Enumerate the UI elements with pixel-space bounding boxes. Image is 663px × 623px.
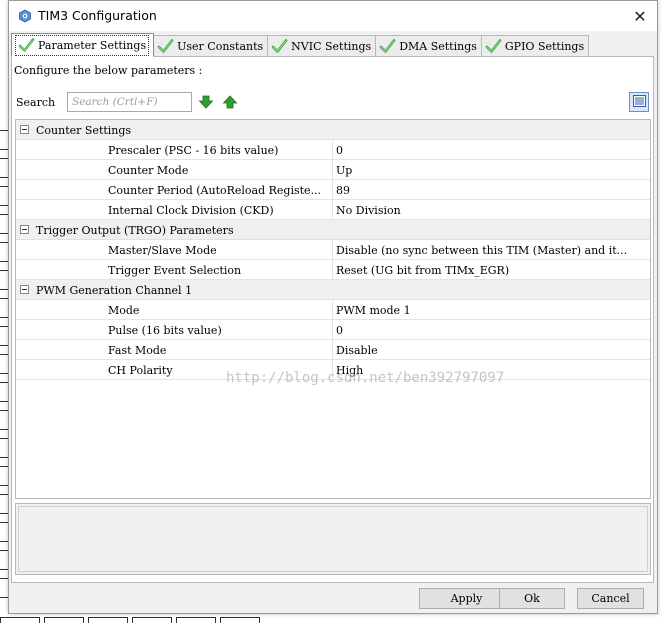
table-row[interactable]: Mode PWM mode 1 <box>16 300 650 320</box>
title-bar[interactable]: TIM3 Configuration ✕ <box>9 1 657 31</box>
tab-dma-settings[interactable]: DMA Settings <box>375 35 482 57</box>
green-down-arrow-icon[interactable] <box>198 95 214 109</box>
green-check-icon <box>157 38 174 55</box>
background-block <box>132 617 172 623</box>
table-row[interactable]: Prescaler (PSC - 16 bits value) 0 <box>16 140 650 160</box>
tab-label: NVIC Settings <box>291 40 372 53</box>
parameter-value[interactable]: 0 <box>332 320 650 339</box>
parameter-name: Pulse (16 bits value) <box>108 324 222 337</box>
parameter-name: Internal Clock Division (CKD) <box>108 204 274 217</box>
background-block <box>176 617 216 623</box>
table-row[interactable]: Trigger Event Selection Reset (UG bit fr… <box>16 260 650 280</box>
parameter-name: Counter Mode <box>108 164 189 177</box>
tab-gpio-settings[interactable]: GPIO Settings <box>480 35 590 57</box>
parameter-value[interactable]: Disable <box>332 340 650 359</box>
background-block <box>44 617 84 623</box>
parameter-name: Master/Slave Mode <box>108 244 217 257</box>
parameter-value[interactable]: PWM mode 1 <box>332 300 650 319</box>
parameter-name: Counter Period (AutoReload Registe... <box>108 184 322 197</box>
table-row[interactable]: Fast Mode Disable <box>16 340 650 360</box>
parameter-name: CH Polarity <box>108 364 173 377</box>
parameter-name: Trigger Event Selection <box>108 264 242 277</box>
search-label: Search <box>16 96 56 109</box>
table-row[interactable]: Pulse (16 bits value) 0 <box>16 320 650 340</box>
list-view-icon <box>632 94 646 110</box>
table-row[interactable]: Master/Slave Mode Disable (no sync betwe… <box>16 240 650 260</box>
ok-button[interactable]: Ok <box>499 588 565 609</box>
parameter-settings-panel: Configure the below parameters : Search <box>11 56 654 583</box>
background-block <box>88 617 128 623</box>
close-icon: ✕ <box>633 6 647 26</box>
parameter-table: Counter Settings Prescaler (PSC - 16 bit… <box>15 119 651 499</box>
parameter-value[interactable]: Reset (UG bit from TIMx_EGR) <box>332 260 650 279</box>
description-box <box>18 506 648 572</box>
parameter-name: Fast Mode <box>108 344 167 357</box>
tab-label: User Constants <box>177 40 264 53</box>
group-pwm-generation-channel-1[interactable]: PWM Generation Channel 1 <box>16 280 650 300</box>
list-view-toggle-button[interactable] <box>629 92 649 112</box>
cube-settings-icon <box>18 9 32 23</box>
tab-focus-outline: Parameter Settings <box>15 34 150 56</box>
parameter-value[interactable]: 0 <box>332 140 650 159</box>
collapse-toggle-icon[interactable] <box>20 225 29 234</box>
tab-label: DMA Settings <box>399 40 477 53</box>
parameter-name: Mode <box>108 304 140 317</box>
cancel-button[interactable]: Cancel <box>577 588 644 609</box>
green-check-icon <box>485 38 502 55</box>
group-trigger-output-parameters[interactable]: Trigger Output (TRGO) Parameters <box>16 220 650 240</box>
green-check-icon <box>271 38 288 55</box>
group-label: PWM Generation Channel 1 <box>36 284 193 297</box>
tab-label: GPIO Settings <box>504 40 585 53</box>
parameter-value[interactable]: No Division <box>332 200 650 219</box>
parameter-value[interactable]: Up <box>332 160 650 179</box>
green-up-arrow-icon[interactable] <box>222 95 238 109</box>
green-check-icon <box>379 38 396 55</box>
parameter-name: Prescaler (PSC - 16 bits value) <box>108 144 279 157</box>
tab-bar: Parameter Settings User Constants NVIC S… <box>11 33 590 57</box>
parameter-value[interactable]: High <box>332 360 650 379</box>
parameter-value[interactable]: Disable (no sync between this TIM (Maste… <box>332 240 650 259</box>
background-block <box>220 617 260 623</box>
window-title: TIM3 Configuration <box>38 8 157 23</box>
table-row[interactable]: Counter Period (AutoReload Registe... 89 <box>16 180 650 200</box>
group-label: Counter Settings <box>36 124 132 137</box>
tab-nvic-settings[interactable]: NVIC Settings <box>267 35 377 57</box>
table-row[interactable]: CH Polarity High <box>16 360 650 380</box>
tim3-configuration-dialog: TIM3 Configuration ✕ Parameter Settings … <box>8 0 658 614</box>
collapse-toggle-icon[interactable] <box>20 125 29 134</box>
close-button[interactable]: ✕ <box>627 4 653 28</box>
group-label: Trigger Output (TRGO) Parameters <box>36 224 234 237</box>
search-input[interactable] <box>67 92 192 112</box>
collapse-toggle-icon[interactable] <box>20 285 29 294</box>
tab-parameter-settings[interactable]: Parameter Settings <box>11 33 155 57</box>
instruction-text: Configure the below parameters : <box>14 64 203 77</box>
tab-user-constants[interactable]: User Constants <box>153 35 269 57</box>
description-area <box>15 503 651 575</box>
background-block <box>0 617 40 623</box>
table-row[interactable]: Internal Clock Division (CKD) No Divisio… <box>16 200 650 220</box>
group-counter-settings[interactable]: Counter Settings <box>16 120 650 140</box>
table-row[interactable]: Counter Mode Up <box>16 160 650 180</box>
tab-label: Parameter Settings <box>38 38 147 52</box>
parameter-value[interactable]: 89 <box>332 180 650 199</box>
green-check-icon <box>18 37 35 54</box>
